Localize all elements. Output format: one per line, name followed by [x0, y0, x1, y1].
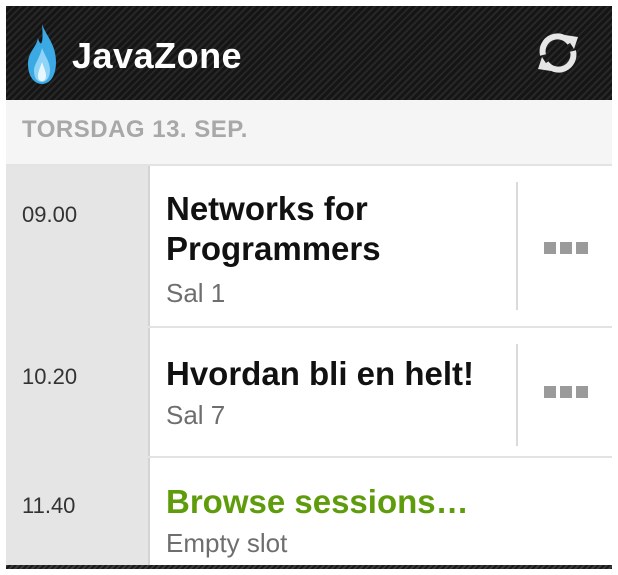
empty-slot-label: Empty slot — [166, 528, 288, 558]
browse-sessions-card[interactable]: Browse sessions… Empty slot — [150, 458, 612, 565]
session-overflow-button[interactable] — [520, 328, 612, 458]
overflow-menu-icon — [544, 242, 588, 254]
action-bar: JavaZone — [6, 6, 612, 100]
session-title: Hvordan bli en helt! — [166, 355, 475, 392]
schedule-row: 09.00 Networks for Programmers Sal 1 — [6, 166, 612, 328]
app-title: JavaZone — [72, 35, 243, 76]
session-overflow-button[interactable] — [520, 166, 612, 328]
bottom-edge — [6, 565, 612, 569]
session-room: Sal 1 — [166, 278, 226, 308]
overflow-menu-icon — [544, 386, 588, 398]
session-card[interactable]: Hvordan bli en helt! Sal 7 — [150, 328, 516, 458]
day-section-header: TORSDAG 13. SEP. — [6, 100, 612, 166]
refresh-icon — [538, 33, 578, 73]
vertical-divider — [516, 344, 518, 446]
time-slot-label: 09.00 — [22, 202, 78, 227]
vertical-divider — [516, 182, 518, 310]
session-card[interactable]: Networks for Programmers Sal 1 — [150, 166, 516, 328]
schedule-row: 10.20 Hvordan bli en helt! Sal 7 — [6, 328, 612, 458]
session-room: Sal 7 — [166, 400, 226, 430]
app-screen: JavaZone TORSDAG 13. SEP. 09.00 Networks… — [6, 6, 612, 569]
browse-sessions-link: Browse sessions… — [166, 483, 469, 520]
refresh-button[interactable] — [526, 24, 590, 84]
time-slot-label: 10.20 — [22, 364, 78, 389]
time-slot-label: 11.40 — [22, 493, 76, 518]
flame-logo-icon — [24, 22, 60, 86]
session-title: Networks for Programmers — [166, 190, 381, 267]
day-section-title: TORSDAG 13. SEP. — [22, 116, 248, 143]
schedule-row: 11.40 Browse sessions… Empty slot — [6, 458, 612, 565]
